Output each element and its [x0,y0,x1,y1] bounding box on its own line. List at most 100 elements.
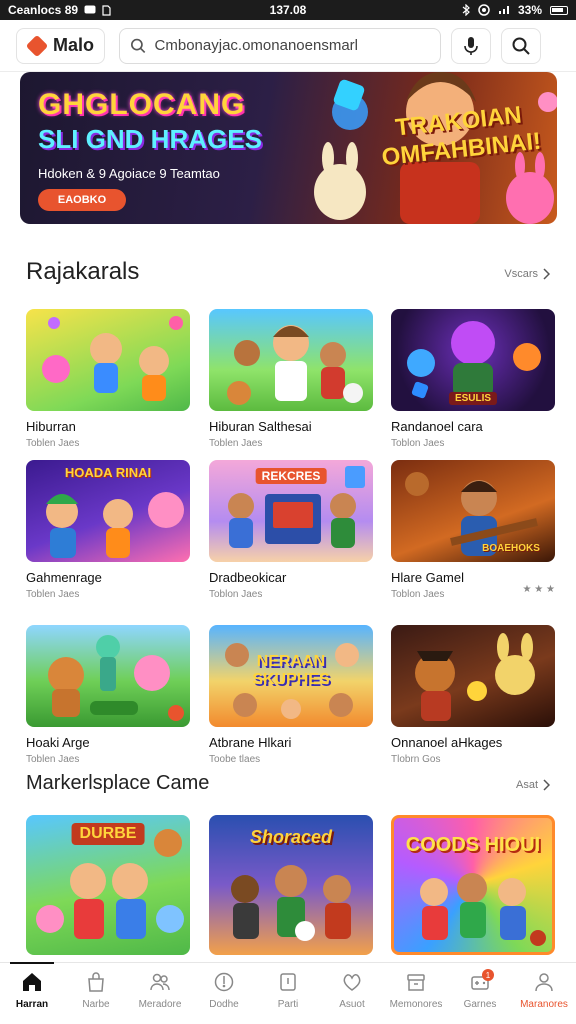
battery-percent: 33% [517,3,542,17]
game-card[interactable]: DURBE [26,815,190,955]
game-subtitle: Toobe tlaes [209,754,261,765]
game-rating: ★ ★ ★ [522,584,555,595]
game-thumbnail [209,309,373,411]
section-title-marketplace: Markerlsplace Came [26,772,210,794]
thumb-label: NERAAN SKUPHES [252,653,330,688]
user-icon [535,973,553,992]
game-card[interactable]: Shoraced [209,815,373,955]
banner-cta-button[interactable]: EAOBKO [38,189,126,211]
game-thumbnail: HOADA RINAI [26,460,190,562]
chevron-right-icon [543,779,550,791]
game-title: Hlare Gamel [391,570,464,585]
game-card[interactable]: HOADA RINAI Gahmenrage Toblen Jaes [26,460,190,600]
nav-item-maranores[interactable]: Maranores [512,963,576,1024]
game-card[interactable]: Hiburran Toblen Jaes [26,309,190,449]
game-title: Atbrane Hlkari [209,735,292,750]
game-title: Hiburan Salthesai [209,419,312,434]
banner-title-line2: SLI GND HRAGES [38,124,262,154]
game-thumbnail [26,309,190,411]
game-thumbnail: ESULIS [391,309,555,411]
thumb-label: ESULIS [448,392,498,405]
game-thumbnail [26,625,190,727]
game-title: Randanoel cara [391,419,483,434]
home-icon [23,973,41,991]
nav-label: Harran [15,999,49,1010]
thumb-label: Shoraced [249,827,333,847]
nav-item-memonores[interactable]: Memonores [384,963,448,1024]
battery-icon [550,5,568,15]
game-thumbnail [391,625,555,727]
nav-item-home[interactable]: Harran [0,962,64,1024]
game-title: Dradbeokicar [209,570,287,585]
game-subtitle: Tlobrn Gos [391,754,441,765]
compass-icon [214,972,234,992]
thumb-label: BOAEHOKS [482,543,540,554]
signal-icon [498,6,509,14]
game-card[interactable]: Onnanoel aHkages Tlobrn Gos [391,625,555,765]
search-input[interactable] [154,37,431,54]
game-card[interactable]: NERAAN SKUPHES Atbrane Hlkari Toobe tlae… [209,625,373,765]
search-icon [131,38,146,53]
heart-icon [343,974,361,991]
search-bar[interactable] [119,27,442,64]
nav-item-meradore[interactable]: Meradore [128,963,192,1024]
brand-icon [25,34,49,57]
message-icon [84,5,96,14]
nav-item-narbe[interactable]: Narbe [64,963,128,1024]
banner-subtitle: Hdoken & 9 Agoiace 9 Teamtao [38,166,220,181]
search-button[interactable] [501,27,542,64]
nav-item-dodhe[interactable]: Dodhe [192,963,256,1024]
nav-label: Narbe [82,999,110,1010]
sim-icon [102,4,111,16]
archive-icon [407,974,425,991]
game-thumbnail: BOAEHOKS [391,460,555,562]
game-title: Gahmenrage [26,570,102,585]
nav-label: Dodhe [209,999,239,1010]
game-title: Onnanoel aHkages [391,735,503,750]
thumb-label: HOADA RINAI [64,465,152,480]
game-title: Hoaki Arge [26,735,90,750]
game-card[interactable]: REKCRES Dradbeokicar Toblon Jaes [209,460,373,600]
game-card[interactable]: Hoaki Arge Toblen Jaes [26,625,190,765]
game-subtitle: Toblen Jaes [209,438,263,449]
notification-badge: 1 [482,969,494,981]
game-card[interactable]: COODS HIOUI [391,815,555,955]
nav-label: Maranores [520,999,568,1010]
thumb-label: DURBE [71,823,145,845]
game-card[interactable]: BOAEHOKS Hlare Gamel Toblon Jaes ★ ★ ★ [391,460,555,600]
app-header: Malo [0,20,576,72]
game-title: Hiburran [26,419,76,434]
nav-item-asuot[interactable]: Asuot [320,963,384,1024]
nav-item-games[interactable]: 1 Garnes [448,963,512,1024]
section-title-rajakarals: Rajakarals [26,258,140,285]
thumb-label: COODS HIOUI [405,834,541,856]
section-see-all-link[interactable]: Asat [516,779,550,791]
game-subtitle: Toblen Jaes [26,589,80,600]
game-thumbnail: NERAAN SKUPHES [209,625,373,727]
nav-label: Garnes [463,999,497,1010]
microphone-button[interactable] [451,27,492,64]
banner-title-line1: GHGLOCANG [38,88,246,121]
book-icon [280,973,296,991]
brand-name: Malo [53,35,95,55]
promo-banner[interactable]: GHGLOCANG SLI GND HRAGES Hdoken & 9 Agoi… [20,72,557,224]
brand-logo-button[interactable]: Malo [16,27,106,64]
status-bar: Ceanlocs 89 137.08 33% [0,0,576,20]
bag-icon [88,972,104,992]
microphone-icon [464,36,478,55]
nav-label: Asuot [339,999,365,1010]
nav-item-parti[interactable]: Parti [256,963,320,1024]
nav-label: Memonores [389,999,443,1010]
thumb-label: REKCRES [255,468,327,484]
nav-label: Parti [277,999,299,1010]
game-card[interactable]: ESULIS Randanoel cara Toblon Jaes [391,309,555,449]
chevron-right-icon [543,268,550,280]
bottom-navigation: Harran Narbe Meradore Dodhe Parti Asuot … [0,962,576,1024]
section-see-all-link[interactable]: Vscars [504,268,550,280]
game-subtitle: Toblon Jaes [209,589,263,600]
nav-label: Meradore [138,999,182,1010]
people-icon [150,973,170,991]
game-card[interactable]: Hiburan Salthesai Toblen Jaes [209,309,373,449]
search-icon [512,37,530,55]
game-subtitle: Toblen Jaes [26,754,80,765]
